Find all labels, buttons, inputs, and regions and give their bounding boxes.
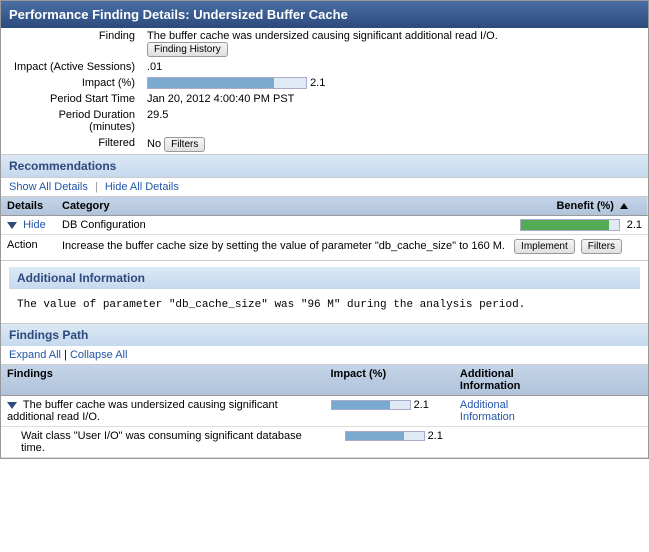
- period-start-label: Period Start Time: [1, 91, 141, 107]
- col-category-header: Category: [56, 197, 302, 216]
- page-header: Performance Finding Details: Undersized …: [1, 1, 648, 28]
- findings-path-header: Findings Path: [1, 324, 648, 346]
- fp-row2-bar: [345, 431, 425, 441]
- page-container: Performance Finding Details: Undersized …: [0, 0, 649, 459]
- fp-row2-bar-fill: [346, 432, 405, 440]
- impact-pct-label: Impact (%): [1, 75, 141, 91]
- hide-all-details-link[interactable]: Hide All Details: [105, 181, 179, 193]
- finding-value-cell: The buffer cache was undersized causing …: [141, 28, 648, 59]
- filtered-value-cell: No Filters: [141, 135, 648, 154]
- impact-pct-value-cell: 2.1: [141, 75, 648, 91]
- info-table: Finding The buffer cache was undersized …: [1, 28, 648, 154]
- fp-row1-impact-value: 2.1: [414, 399, 429, 411]
- implement-button[interactable]: Implement: [514, 239, 575, 254]
- rec-table: Details Category Benefit (%) Hide DB Con…: [1, 197, 648, 261]
- show-all-details-link[interactable]: Show All Details: [9, 181, 88, 193]
- period-start-value: Jan 20, 2012 4:00:40 PM PST: [141, 91, 648, 107]
- fp-row2-impact-value: 2.1: [428, 430, 443, 442]
- recommendations-header: Recommendations: [1, 155, 648, 177]
- fp-triangle-down-icon: [7, 402, 17, 409]
- filters-button[interactable]: Filters: [164, 137, 205, 152]
- benefit-bar-fill: [521, 220, 609, 230]
- fp-col-impact-header: Impact (%): [325, 365, 454, 396]
- additional-info-text: The value of parameter "db_cache_size" w…: [17, 299, 632, 311]
- filters-button-2[interactable]: Filters: [581, 239, 622, 254]
- impact-sessions-label: Impact (Active Sessions): [1, 59, 141, 75]
- expand-collapse-bar: Expand All | Collapse All: [1, 346, 648, 365]
- period-duration-label: Period Duration(minutes): [1, 107, 141, 135]
- page-title: Performance Finding Details: Undersized …: [9, 7, 348, 22]
- hide-link[interactable]: Hide: [23, 219, 46, 231]
- fp-row2-text: Wait class "User I/O" was consuming sign…: [21, 430, 302, 454]
- finding-history-button[interactable]: Finding History: [147, 42, 228, 57]
- triangle-down-icon: [7, 222, 17, 229]
- benefit-bar: [520, 219, 620, 231]
- fp-row2-additional-cell: [454, 427, 648, 458]
- findings-path-section: Findings Path Expand All | Collapse All …: [1, 323, 648, 458]
- collapse-all-link[interactable]: Collapse All: [70, 349, 127, 361]
- col-benefit-header: Benefit (%): [302, 197, 648, 216]
- show-hide-bar: Show All Details | Hide All Details: [1, 177, 648, 197]
- finding-text: The buffer cache was undersized causing …: [147, 30, 642, 42]
- rec-table-header-row: Details Category Benefit (%): [1, 197, 648, 216]
- action-text: Increase the buffer cache size by settin…: [62, 240, 505, 252]
- impact-pct-number: 2.1: [310, 77, 325, 89]
- benefit-value: 2.1: [627, 219, 642, 231]
- fp-row1-additional-cell: AdditionalInformation: [454, 396, 648, 427]
- fp-row1: The buffer cache was undersized causing …: [1, 396, 648, 427]
- period-start-row: Period Start Time Jan 20, 2012 4:00:40 P…: [1, 91, 648, 107]
- fp-row1-bar-fill: [332, 401, 391, 409]
- findings-table-header-row: Findings Impact (%) AdditionalInformatio…: [1, 365, 648, 396]
- finding-label: Finding: [1, 28, 141, 59]
- impact-pct-bar-fill: [148, 78, 274, 88]
- separator-pipe-2: |: [64, 349, 67, 361]
- period-duration-value: 29.5: [141, 107, 648, 135]
- findings-table: Findings Impact (%) AdditionalInformatio…: [1, 365, 648, 458]
- fp-row1-additional-link[interactable]: AdditionalInformation: [460, 399, 515, 423]
- impact-sessions-value: .01: [141, 59, 648, 75]
- fp-row2-text-cell: Wait class "User I/O" was consuming sign…: [1, 427, 325, 458]
- impact-sessions-row: Impact (Active Sessions) .01: [1, 59, 648, 75]
- additional-info-header: Additional Information: [9, 267, 640, 289]
- fp-row1-impact-cell: 2.1: [325, 396, 454, 427]
- rec-action-row: Action Increase the buffer cache size by…: [1, 235, 648, 261]
- rec-hide-cell: Hide: [1, 216, 56, 235]
- recommendations-section: Recommendations Show All Details | Hide …: [1, 154, 648, 261]
- additional-info-section: Additional Information The value of para…: [1, 261, 648, 323]
- additional-info-content: The value of parameter "db_cache_size" w…: [9, 289, 640, 317]
- filtered-row: Filtered No Filters: [1, 135, 648, 154]
- fp-row1-text: The buffer cache was undersized causing …: [7, 399, 278, 423]
- action-label: Action: [1, 235, 56, 261]
- fp-row2: Wait class "User I/O" was consuming sign…: [1, 427, 648, 458]
- col-details-header: Details: [1, 197, 56, 216]
- fp-col-findings-header: Findings: [1, 365, 325, 396]
- fp-row2-impact-cell: 2.1: [325, 427, 454, 458]
- finding-row: Finding The buffer cache was undersized …: [1, 28, 648, 59]
- fp-row1-bar: [331, 400, 411, 410]
- expand-all-link[interactable]: Expand All: [9, 349, 61, 361]
- rec-table-data-row: Hide DB Configuration 2.1: [1, 216, 648, 235]
- period-duration-row: Period Duration(minutes) 29.5: [1, 107, 648, 135]
- impact-pct-row: Impact (%) 2.1: [1, 75, 648, 91]
- rec-category-cell: DB Configuration: [56, 216, 302, 235]
- fp-col-additional-header: AdditionalInformation: [454, 365, 648, 396]
- impact-pct-bar: [147, 77, 307, 89]
- fp-row1-text-cell: The buffer cache was undersized causing …: [1, 396, 325, 427]
- rec-benefit-cell: 2.1: [302, 216, 648, 235]
- filtered-label: Filtered: [1, 135, 141, 154]
- separator-pipe: |: [95, 181, 98, 193]
- filtered-value: No: [147, 138, 161, 150]
- sort-arrow-icon: [620, 203, 628, 209]
- action-content-cell: Increase the buffer cache size by settin…: [56, 235, 648, 261]
